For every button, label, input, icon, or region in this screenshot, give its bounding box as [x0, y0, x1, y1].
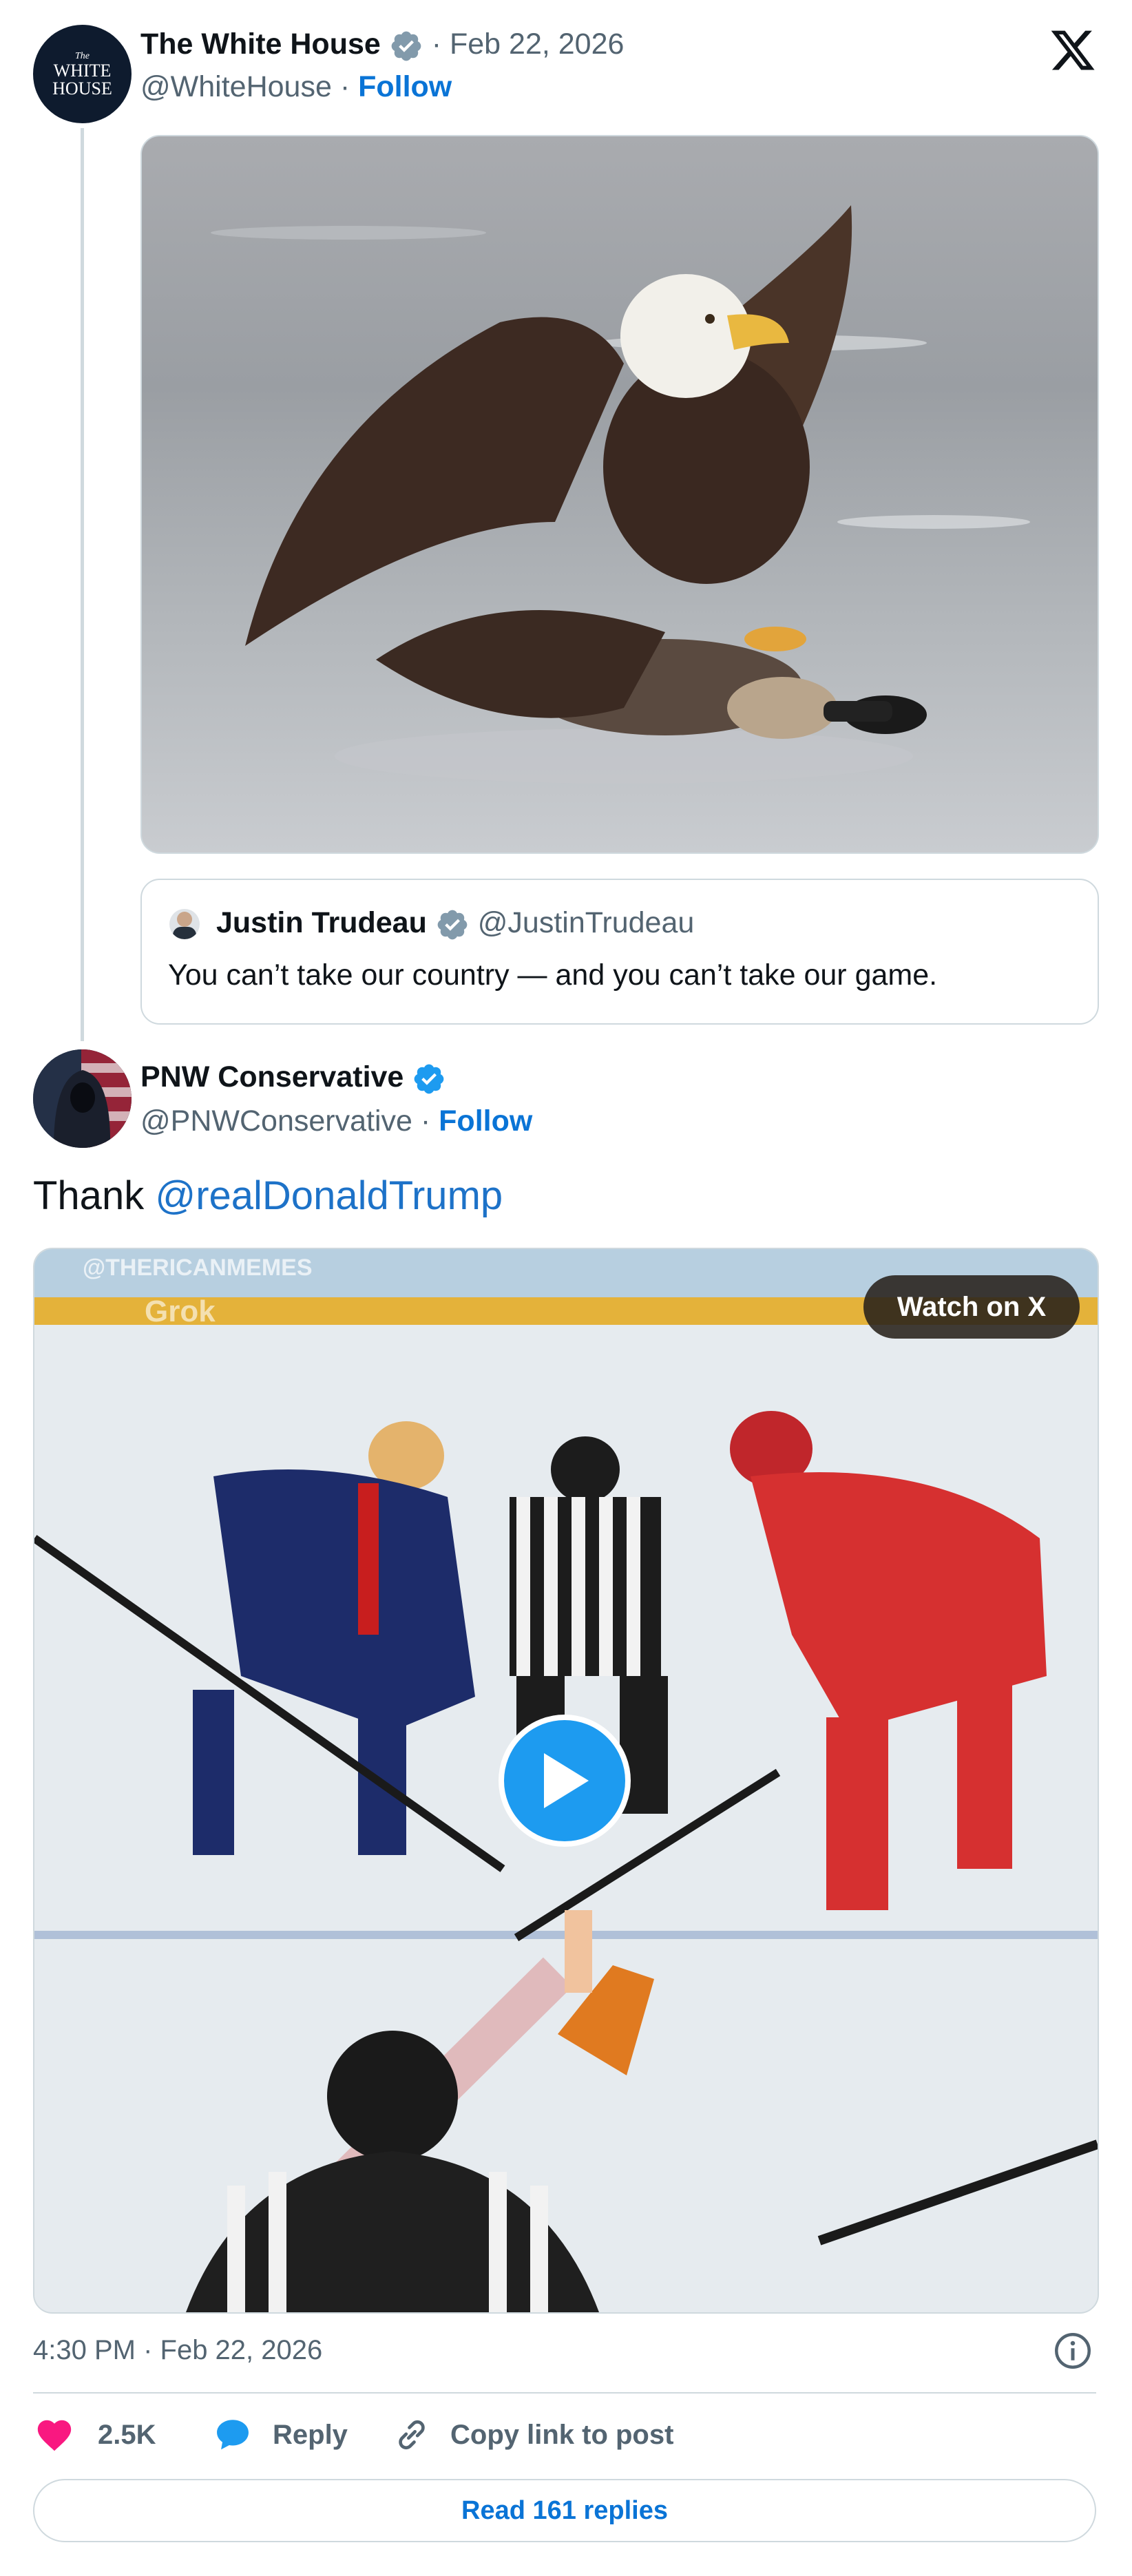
- divider: [33, 2392, 1096, 2394]
- quote-tweet[interactable]: Justin Trudeau @JustinTrudeau You can’t …: [140, 879, 1099, 1025]
- like-count: 2.5K: [98, 2419, 156, 2450]
- video-watermark-2: Grok: [145, 1295, 216, 1328]
- reply-author-name[interactable]: PNW Conservative: [140, 1060, 403, 1093]
- quote-header: Justin Trudeau @JustinTrudeau: [216, 905, 694, 942]
- play-triangle: [544, 1753, 589, 1808]
- author-handle[interactable]: @WhiteHouse: [140, 70, 332, 103]
- eagle-photo[interactable]: [140, 135, 1099, 854]
- link-icon: [399, 2420, 425, 2450]
- quote-text: You can’t take our country — and you can…: [168, 959, 938, 992]
- info-icon[interactable]: [1052, 2330, 1093, 2371]
- reply-bubble-icon: [217, 2420, 249, 2450]
- date-separator: ·: [431, 28, 442, 61]
- verified-gray-icon: [391, 31, 421, 61]
- pnw-avatar-art: [33, 1049, 132, 1148]
- pnw-avatar[interactable]: [33, 1049, 132, 1148]
- reply-tweet-header: PNW Conservative: [140, 1059, 446, 1096]
- main-tweet-header: The White House · Feb 22, 2026: [140, 26, 624, 63]
- read-replies-button[interactable]: Read 161 replies: [33, 2479, 1096, 2542]
- avatar-text-line2: HOUSE: [52, 78, 112, 98]
- handle-separator: ·: [420, 1104, 431, 1138]
- tweet-date[interactable]: Feb 22, 2026: [450, 28, 624, 61]
- eagle-photo-scene: [211, 205, 1030, 784]
- avatar-text-line1: WHITE: [53, 60, 112, 81]
- reply-text: Thank @realDonaldTrump: [33, 1171, 503, 1222]
- reply-text-prefix: Thank: [33, 1173, 145, 1218]
- copy-link-button[interactable]: Copy link to post: [392, 2414, 673, 2455]
- reply-handle-row: @PNWConservative · Follow: [140, 1103, 532, 1139]
- like-button[interactable]: 2.5K: [33, 2414, 156, 2455]
- handle-separator: ·: [339, 70, 350, 103]
- reply-label: Reply: [273, 2419, 348, 2450]
- tweet-timestamp[interactable]: 4:30 PM · Feb 22, 2026: [33, 2332, 322, 2369]
- video-watermark-1: @THERICANMEMES: [83, 1255, 313, 1281]
- play-icon[interactable]: [499, 1715, 631, 1847]
- read-replies-label: Read 161 replies: [461, 2495, 668, 2525]
- watch-on-x-label: Watch on X: [897, 1291, 1047, 1322]
- video-player[interactable]: @THERICANMEMES Grok Watch on X: [33, 1248, 1099, 2314]
- verified-gray-icon: [437, 910, 468, 939]
- follow-button[interactable]: Follow: [358, 70, 452, 103]
- watch-on-x-button[interactable]: Watch on X: [863, 1275, 1080, 1339]
- copy-link-label: Copy link to post: [450, 2419, 674, 2450]
- quote-author-handle: @JustinTrudeau: [477, 906, 695, 939]
- heart-icon: [37, 2420, 72, 2451]
- trudeau-avatar[interactable]: [169, 909, 200, 939]
- mention-link[interactable]: @realDonaldTrump: [155, 1173, 503, 1218]
- x-logo-icon[interactable]: [1048, 26, 1098, 74]
- thread-line: [81, 128, 84, 1041]
- white-house-avatar[interactable]: The WHITE HOUSE: [33, 25, 132, 123]
- reply-button[interactable]: Reply: [212, 2414, 348, 2455]
- reply-author-handle[interactable]: @PNWConservative: [140, 1104, 412, 1138]
- author-name[interactable]: The White House: [140, 28, 381, 61]
- verified-blue-icon: [414, 1064, 444, 1093]
- reply-follow-button[interactable]: Follow: [439, 1104, 532, 1138]
- quote-author-name: Justin Trudeau: [216, 906, 427, 939]
- main-tweet-handle-row: @WhiteHouse · Follow: [140, 69, 452, 105]
